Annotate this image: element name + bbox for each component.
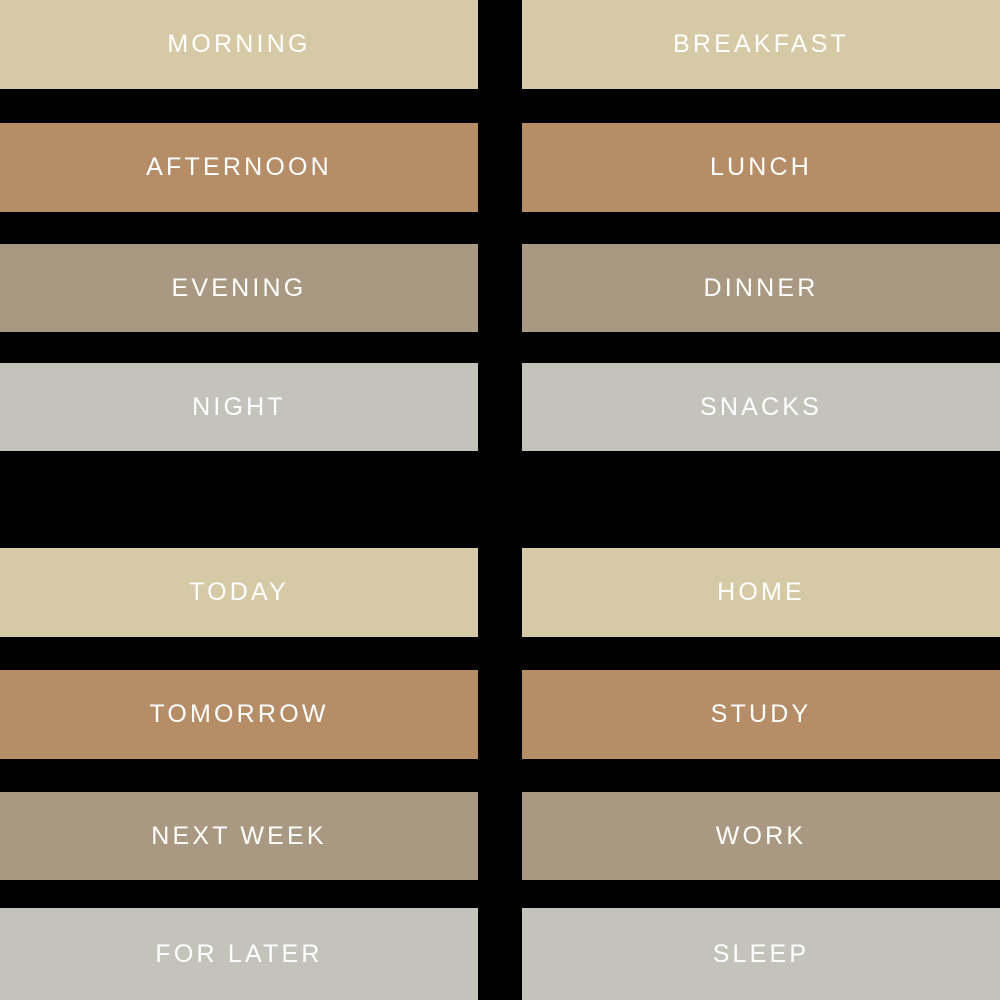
- bar-label: FOR LATER: [155, 939, 323, 968]
- bar-label: HOME: [717, 578, 805, 606]
- bar-label: LUNCH: [709, 153, 813, 181]
- bar-label: DINNER: [703, 273, 819, 302]
- bar-home[interactable]: HOME: [522, 548, 1000, 637]
- bar-work[interactable]: WORK: [522, 792, 1000, 880]
- bar-label: BREAKFAST: [672, 30, 850, 58]
- bar-label: MORNING: [167, 30, 311, 58]
- bar-afternoon[interactable]: AFTERNOON: [0, 123, 478, 212]
- bar-label: TOMORROW: [149, 700, 329, 728]
- bar-label: NEXT WEEK: [151, 821, 327, 850]
- bar-snacks[interactable]: SNACKS: [522, 363, 1000, 451]
- bar-lunch[interactable]: LUNCH: [522, 123, 1000, 212]
- bar-label: SNACKS: [699, 392, 822, 421]
- bar-board: MORNING AFTERNOON EVENING NIGHT BREAKFAST LUN…: [0, 0, 1000, 1000]
- bar-breakfast[interactable]: BREAKFAST: [522, 0, 1000, 89]
- bar-next-week[interactable]: NEXT WEEK: [0, 792, 478, 880]
- bar-study[interactable]: STUDY: [522, 670, 1000, 759]
- bar-evening[interactable]: EVENING: [0, 244, 478, 332]
- bar-morning[interactable]: MORNING: [0, 0, 478, 89]
- bar-sleep[interactable]: SLEEP: [522, 908, 1000, 1000]
- bar-dinner[interactable]: DINNER: [522, 244, 1000, 332]
- bar-night[interactable]: NIGHT: [0, 363, 478, 451]
- bar-label: STUDY: [710, 700, 812, 728]
- bar-tomorrow[interactable]: TOMORROW: [0, 670, 478, 759]
- bar-label: WORK: [715, 821, 807, 850]
- bar-label: AFTERNOON: [146, 153, 332, 181]
- bar-label: TODAY: [189, 578, 289, 606]
- bar-today[interactable]: TODAY: [0, 548, 478, 637]
- bar-label: SLEEP: [712, 939, 810, 968]
- bar-for-later[interactable]: FOR LATER: [0, 908, 478, 1000]
- bar-label: EVENING: [171, 273, 307, 302]
- bar-label: NIGHT: [192, 392, 286, 421]
